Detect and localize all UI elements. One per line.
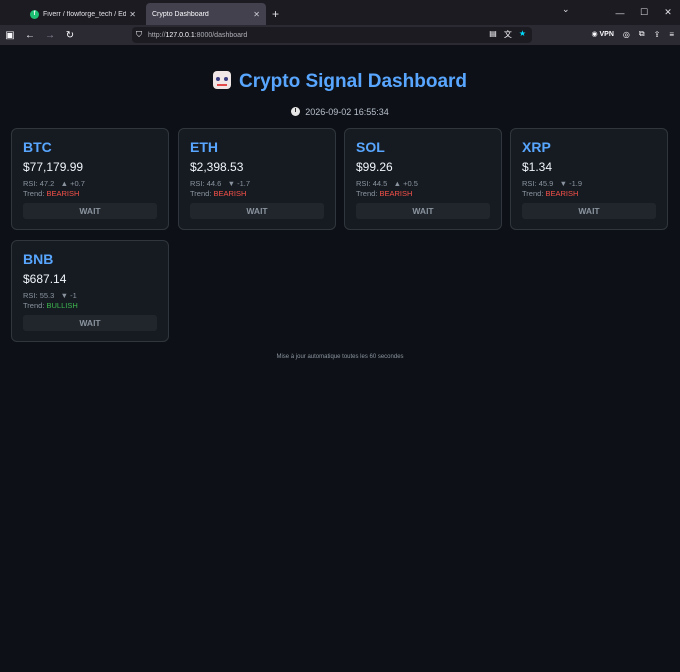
coin-price: $1.34 xyxy=(522,160,553,174)
signal-badge: WAIT xyxy=(23,315,157,331)
last-updated: 2026-09-02 16:55:34 xyxy=(0,107,680,117)
url-path: :8000/dashboard xyxy=(194,31,248,39)
window-controls: — ☐ ✕ xyxy=(608,0,680,25)
browser-nav-bar: ▣ ← → ↻ ⛉ http://127.0.0.1:8000/dashboar… xyxy=(0,25,680,45)
coin-card-eth: ETH $2,398.53 RSI: 44.6 ▼ -1.7 Trend: BE… xyxy=(178,128,336,230)
coin-card-xrp: XRP $1.34 RSI: 45.9 ▼ -1.9 Trend: BEARIS… xyxy=(510,128,668,230)
page-title-text: Crypto Signal Dashboard xyxy=(238,71,468,92)
reader-view-icon[interactable]: ▤ xyxy=(489,29,497,40)
maximize-button[interactable]: ☐ xyxy=(632,7,656,18)
coin-trend: Trend: BEARISH xyxy=(356,189,413,198)
share-icon[interactable]: ⇪ xyxy=(654,30,661,39)
forward-button[interactable]: → xyxy=(40,30,60,41)
page-title: Crypto Signal Dashboard xyxy=(0,71,680,93)
tab-crypto-dashboard[interactable]: Crypto Dashboard ✕ xyxy=(146,3,266,25)
sidebar-icon[interactable]: ▣ xyxy=(0,30,20,41)
menu-icon[interactable]: ≡ xyxy=(669,30,674,39)
signal-badge: WAIT xyxy=(522,203,656,219)
signal-badge: WAIT xyxy=(23,203,157,219)
vpn-button[interactable]: ◉ VPN xyxy=(591,30,613,38)
translate-icon[interactable]: 文 xyxy=(504,29,512,40)
chevron-down-icon[interactable]: ⌄ xyxy=(562,4,570,15)
coin-symbol: ETH xyxy=(190,139,218,155)
close-icon[interactable]: ✕ xyxy=(129,10,136,19)
clock-icon xyxy=(291,107,301,116)
coin-symbol: SOL xyxy=(356,139,385,155)
coin-card-btc: BTC $77,179.99 RSI: 47.2 ▲ +0.7 Trend: B… xyxy=(11,128,169,230)
minimize-button[interactable]: — xyxy=(608,8,632,18)
robot-icon xyxy=(212,71,231,89)
new-tab-button[interactable]: + xyxy=(272,3,279,25)
coin-rsi: RSI: 47.2 ▲ +0.7 xyxy=(23,179,85,188)
coin-price: $2,398.53 xyxy=(190,160,244,174)
coin-symbol: XRP xyxy=(522,139,551,155)
star-icon[interactable]: ★ xyxy=(519,29,526,40)
fiverr-icon: f xyxy=(30,9,39,19)
coin-trend: Trend: BEARISH xyxy=(522,189,579,198)
timestamp-text: 2026-09-02 16:55:34 xyxy=(305,107,389,117)
tab-title: Fiverr / flowforge_tech / Edit Gi xyxy=(43,10,127,18)
coin-price: $687.14 xyxy=(23,272,67,286)
shield-icon: ⛉ xyxy=(136,30,142,39)
coin-trend: Trend: BEARISH xyxy=(23,189,80,198)
coin-rsi: RSI: 44.6 ▼ -1.7 xyxy=(190,179,250,188)
reload-button[interactable]: ↻ xyxy=(60,30,80,41)
coin-card-bnb: BNB $687.14 RSI: 55.3 ▼ -1 Trend: BULLIS… xyxy=(11,240,169,342)
back-button[interactable]: ← xyxy=(20,30,40,41)
coin-symbol: BTC xyxy=(23,139,52,155)
coin-rsi: RSI: 45.9 ▼ -1.9 xyxy=(522,179,582,188)
coin-trend: Trend: BEARISH xyxy=(190,189,247,198)
coin-trend: Trend: BULLISH xyxy=(23,301,78,310)
tab-fiverr[interactable]: f Fiverr / flowforge_tech / Edit Gi ✕ xyxy=(24,3,142,25)
close-window-button[interactable]: ✕ xyxy=(656,7,680,18)
coin-card-sol: SOL $99.26 RSI: 44.5 ▲ +0.5 Trend: BEARI… xyxy=(344,128,502,230)
url-prefix: http:// xyxy=(148,31,166,39)
url-host: 127.0.0.1 xyxy=(165,31,195,39)
coin-price: $77,179.99 xyxy=(23,160,84,174)
coin-rsi: RSI: 55.3 ▼ -1 xyxy=(23,291,77,300)
extensions-icon[interactable]: ⧉ xyxy=(639,29,645,39)
signal-badge: WAIT xyxy=(356,203,490,219)
coin-rsi: RSI: 44.5 ▲ +0.5 xyxy=(356,179,418,188)
url-bar[interactable]: ⛉ http://127.0.0.1:8000/dashboard ▤ 文 ★ xyxy=(132,27,532,43)
auto-refresh-note: Mise à jour automatique toutes les 60 se… xyxy=(276,354,404,360)
signal-badge: WAIT xyxy=(190,203,324,219)
tab-title: Crypto Dashboard xyxy=(152,10,209,18)
browser-tab-bar: f Fiverr / flowforge_tech / Edit Gi ✕ Cr… xyxy=(0,0,680,25)
coin-price: $99.26 xyxy=(356,160,393,174)
close-icon[interactable]: ✕ xyxy=(253,10,260,19)
coin-symbol: BNB xyxy=(23,251,54,267)
account-icon[interactable]: ◎ xyxy=(623,30,630,39)
vpn-label: VPN xyxy=(599,31,614,38)
dashboard-page: Crypto Signal Dashboard 2026-09-02 16:55… xyxy=(0,45,680,672)
